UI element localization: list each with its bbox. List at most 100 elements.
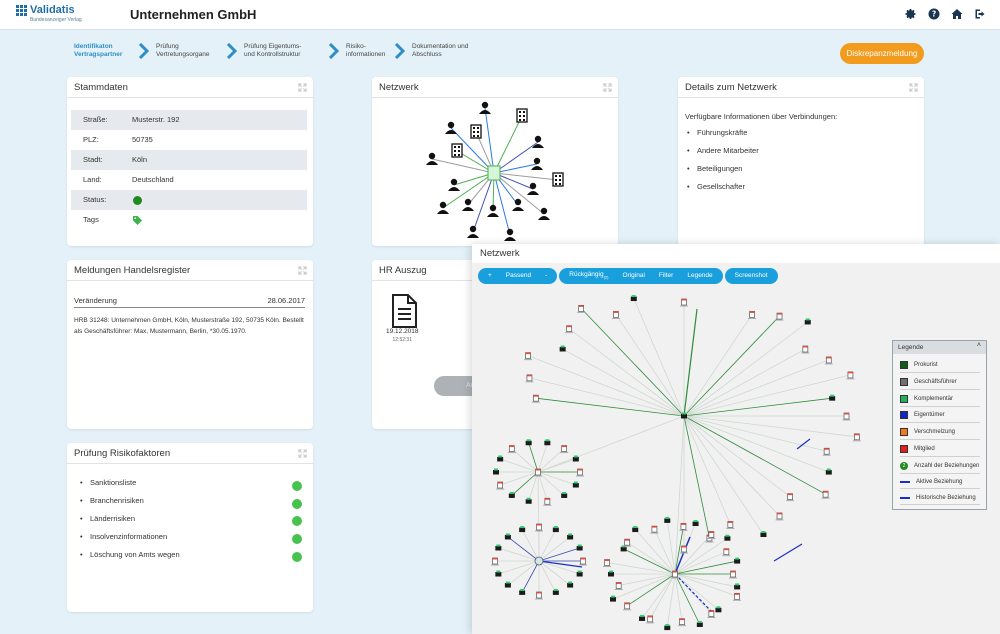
person-icon[interactable]	[630, 295, 637, 302]
person-icon[interactable]	[559, 345, 566, 352]
person-icon[interactable]	[504, 533, 511, 540]
person-icon[interactable]	[567, 533, 574, 540]
expand-icon[interactable]	[909, 83, 918, 92]
person-icon[interactable]	[519, 588, 526, 595]
person-icon[interactable]	[497, 455, 504, 462]
building-icon[interactable]	[451, 143, 463, 158]
person-icon[interactable]	[525, 497, 532, 504]
person-icon[interactable]	[804, 318, 811, 325]
building-icon[interactable]	[821, 490, 830, 499]
building-icon[interactable]	[507, 445, 516, 454]
home-icon[interactable]	[951, 8, 963, 20]
zoom-out-button[interactable]: -	[538, 268, 554, 284]
building-icon[interactable]	[722, 548, 731, 557]
building-icon[interactable]	[707, 610, 716, 619]
undo-button[interactable]: Rückgängig(2)	[562, 267, 615, 285]
person-icon[interactable]	[572, 481, 579, 488]
step-2[interactable]: Prüfung Vertretungsorgane	[156, 43, 238, 59]
person-icon[interactable]	[552, 588, 559, 595]
person-icon[interactable]	[525, 439, 532, 446]
person-icon[interactable]	[825, 468, 832, 475]
person-icon[interactable]	[479, 101, 491, 114]
person-icon[interactable]	[715, 606, 722, 613]
person-icon[interactable]	[508, 491, 515, 498]
network-graph-small[interactable]	[372, 98, 618, 246]
expand-icon[interactable]	[298, 83, 307, 92]
person-icon[interactable]	[724, 534, 731, 541]
building-icon[interactable]	[679, 522, 688, 531]
person-icon[interactable]	[527, 182, 539, 195]
person-icon[interactable]	[519, 526, 526, 533]
person-icon[interactable]	[576, 570, 583, 577]
person-icon[interactable]	[437, 201, 449, 214]
building-icon[interactable]	[496, 481, 505, 490]
filter-button[interactable]: Filter	[652, 268, 680, 284]
building-icon[interactable]	[748, 311, 757, 319]
building-icon[interactable]	[732, 592, 741, 601]
help-icon[interactable]: ?	[928, 8, 940, 20]
building-icon[interactable]	[525, 374, 534, 383]
person-icon[interactable]	[487, 204, 499, 217]
original-button[interactable]: Original	[615, 268, 651, 284]
document-icon[interactable]	[389, 294, 419, 328]
person-icon[interactable]	[538, 207, 550, 220]
building-icon[interactable]	[552, 172, 564, 187]
building-icon[interactable]	[824, 356, 833, 365]
person-icon[interactable]	[829, 394, 836, 401]
building-icon[interactable]	[470, 124, 482, 139]
fit-button[interactable]: Passend	[499, 268, 538, 284]
building-icon[interactable]	[576, 468, 584, 477]
building-icon[interactable]	[822, 447, 831, 456]
person-icon[interactable]	[576, 544, 583, 551]
tag-icon[interactable]	[133, 216, 142, 225]
building-icon[interactable]	[623, 602, 632, 611]
person-icon[interactable]	[495, 570, 502, 577]
person-icon[interactable]	[532, 135, 544, 148]
building-icon[interactable]	[491, 557, 499, 566]
step-5[interactable]: Dokumentation und Abschluss	[412, 43, 482, 59]
building-icon[interactable]	[565, 325, 574, 334]
legend-button[interactable]: Legende	[680, 268, 719, 284]
person-icon[interactable]	[696, 620, 703, 627]
step-3[interactable]: Prüfung Eigentums- und Kontrollstruktur	[244, 43, 340, 59]
gear-icon[interactable]	[905, 8, 917, 20]
building-icon[interactable]	[614, 582, 623, 590]
logout-icon[interactable]	[974, 8, 986, 20]
building-icon[interactable]	[677, 618, 686, 627]
building-icon[interactable]	[846, 371, 855, 380]
building-icon[interactable]	[786, 493, 795, 502]
building-icon[interactable]	[524, 352, 533, 361]
person-icon[interactable]	[552, 526, 559, 533]
expand-icon[interactable]	[298, 266, 307, 275]
building-icon[interactable]	[726, 521, 735, 529]
building-icon[interactable]	[852, 433, 861, 442]
person-icon[interactable]	[504, 581, 511, 588]
expand-icon[interactable]	[603, 83, 612, 92]
person-icon[interactable]	[692, 520, 699, 527]
building-icon[interactable]	[650, 525, 659, 534]
highlighted-node-icon[interactable]	[534, 556, 544, 566]
discrepancy-report-button[interactable]: Diskrepanzmeldung	[840, 43, 924, 64]
building-icon[interactable]	[535, 591, 543, 600]
person-icon[interactable]	[734, 557, 741, 564]
person-icon[interactable]	[512, 198, 524, 211]
person-icon[interactable]	[462, 198, 474, 211]
building-icon[interactable]	[487, 165, 501, 181]
building-icon[interactable]	[603, 559, 612, 568]
person-icon[interactable]	[608, 570, 614, 577]
person-icon[interactable]	[495, 544, 502, 551]
building-icon[interactable]	[842, 412, 851, 421]
building-icon[interactable]	[729, 570, 737, 579]
building-icon[interactable]	[801, 345, 810, 354]
building-icon[interactable]	[560, 445, 569, 454]
building-icon[interactable]	[543, 497, 552, 506]
person-icon[interactable]	[610, 595, 617, 602]
expand-icon[interactable]	[298, 449, 307, 458]
person-icon[interactable]	[664, 516, 671, 523]
person-icon[interactable]	[734, 583, 741, 590]
person-icon[interactable]	[561, 491, 568, 498]
person-icon[interactable]	[504, 228, 516, 241]
screenshot-button[interactable]: Screenshot	[728, 268, 775, 284]
person-icon[interactable]	[467, 225, 479, 238]
person-icon[interactable]	[493, 468, 499, 475]
